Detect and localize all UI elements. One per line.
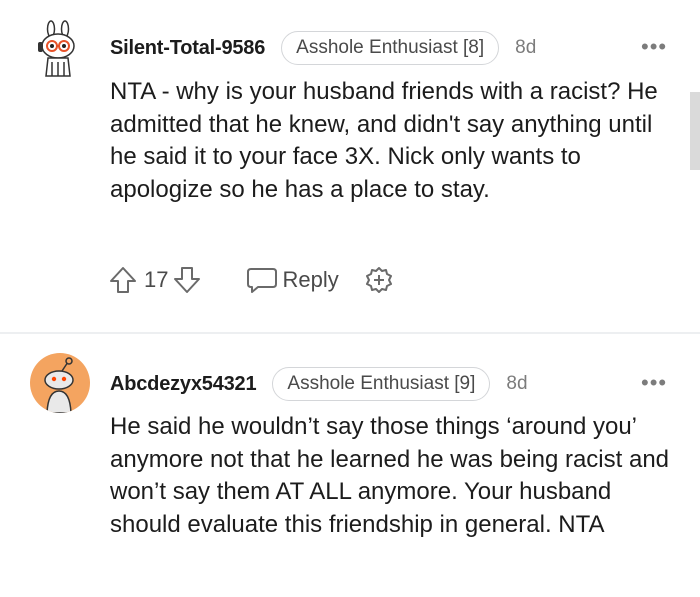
username[interactable]: Abcdezyx54321 [110,373,257,396]
comment-body: He said he wouldn’t say those things ‘ar… [110,413,670,538]
timestamp: 8d [506,373,528,394]
user-flair: Asshole Enthusiast [8] [281,31,500,65]
downvote-icon[interactable] [172,265,202,295]
scrollbar[interactable] [690,92,700,170]
reply-label: Reply [282,267,339,292]
comment-header: Silent-Total-9586 Asshole Enthusiast [8]… [110,28,536,68]
user-avatar[interactable] [36,20,84,80]
timestamp: 8d [515,37,537,58]
reply-button[interactable]: Reply [246,265,339,295]
comment-actions: 17 Reply [108,262,393,298]
comment-header: Abcdezyx54321 Asshole Enthusiast [9] 8d [110,364,528,404]
more-options-icon[interactable]: ••• [641,34,667,60]
user-flair: Asshole Enthusiast [9] [272,367,491,401]
comment-body: NTA - why is your husband friends with a… [110,78,658,203]
speech-bubble-icon [246,265,278,295]
user-avatar[interactable] [30,353,90,413]
username[interactable]: Silent-Total-9586 [110,37,265,60]
more-options-icon[interactable]: ••• [641,370,667,396]
default-snoo-avatar-icon [44,357,74,413]
vote-count: 17 [144,267,169,292]
comment-1: Silent-Total-9586 Asshole Enthusiast [8]… [0,0,700,332]
upvote-icon[interactable] [108,265,138,295]
snoo-bunny-avatar-icon [38,20,75,77]
award-icon[interactable] [363,265,393,295]
